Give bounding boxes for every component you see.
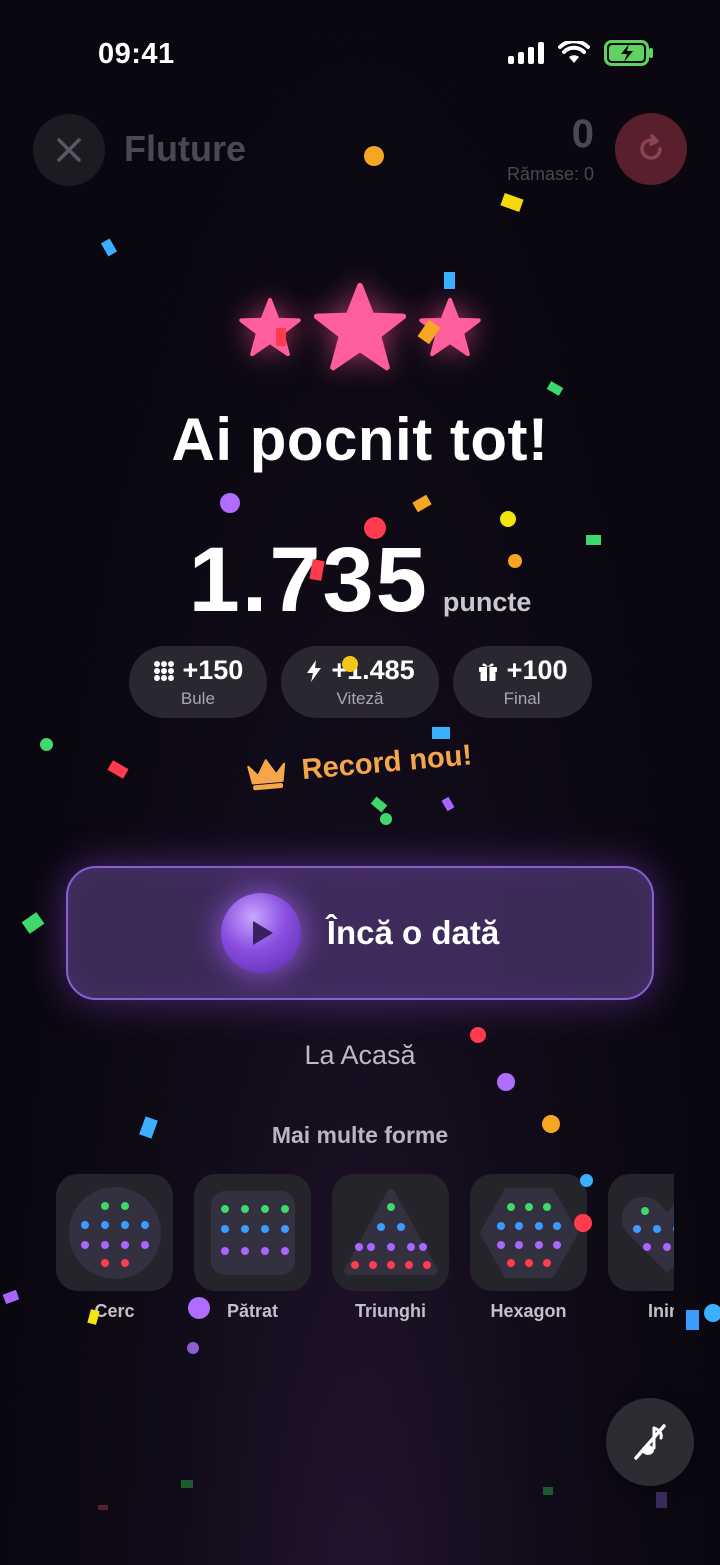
confetti-piece [181,1480,193,1488]
game-title: Fluture [124,128,246,169]
circle-shape-icon [68,1186,161,1279]
confetti-piece [187,1342,199,1354]
shape-card-triangle[interactable]: Triunghi [332,1174,449,1334]
shape-preview [470,1174,587,1291]
confetti-piece [686,1310,699,1330]
confetti-piece [364,517,386,539]
confetti-piece [508,554,522,568]
shape-preview [194,1174,311,1291]
music-off-icon [634,1424,666,1460]
shape-label: Hexagon [490,1301,567,1321]
confetti-piece [370,796,388,813]
confetti-piece [497,1073,515,1091]
confetti-piece [586,535,601,545]
score-value: 1.735 [188,529,429,631]
confetti-piece [470,1027,486,1043]
shape-label: Pătrat [226,1301,279,1321]
confetti-piece [98,1505,108,1510]
confetti-piece [380,813,392,825]
bonus-final: +100 Final [452,646,592,718]
bonus-bubbles: +150 Bule [128,646,268,718]
star-rating [0,280,720,376]
remaining-count: Rămase: 0 [506,164,594,184]
shape-card-heart[interactable]: Inim [608,1174,674,1334]
bonus-label: Final [503,689,541,708]
shape-preview [56,1174,173,1291]
shape-preview [608,1174,674,1291]
final-score: 1.735 puncte [0,528,720,633]
close-icon [57,138,81,162]
confetti-piece [432,727,450,739]
shape-card-square[interactable]: Pătrat [194,1174,311,1334]
confetti-piece [40,738,53,751]
star-icon [239,297,301,357]
confetti-piece [500,192,524,213]
mute-music-button[interactable] [606,1398,694,1486]
bonus-speed: +1.485 Viteză [281,646,439,718]
heart-shape-icon [621,1196,674,1273]
confetti-piece [441,796,455,812]
play-again-label: Încă o dată [326,914,500,951]
shape-preview [332,1174,449,1291]
triangle-shape-icon [343,1188,438,1275]
confetti-piece [2,1289,20,1305]
play-icon [220,893,301,973]
confetti-piece [546,381,564,396]
home-link[interactable]: La Acasă [0,1040,720,1071]
bonus-value: +150 [182,655,244,685]
confetti-piece [543,1487,553,1495]
top-score: 0 [571,112,594,156]
confetti-piece [444,272,455,289]
shape-label: Inim [647,1301,674,1321]
shape-card-hexagon[interactable]: Hexagon [470,1174,587,1334]
confetti-piece [100,238,118,257]
battery-charging-icon [604,40,653,66]
confetti-piece [364,146,384,166]
bonus-value: +100 [506,655,568,685]
play-again-button[interactable]: Încă o dată [66,866,654,1000]
result-headline: Ai pocnit tot! [171,406,549,473]
new-record-badge: Record nou! [245,738,474,792]
confetti-piece [656,1492,667,1508]
star-icon [313,282,407,371]
confetti-piece [21,912,45,934]
bonus-breakdown: +150 Bule +1.485 Viteză +100 Final [0,646,720,718]
bonus-label: Bule [180,689,215,708]
confetti-piece [574,1214,592,1232]
wifi-icon [558,41,590,63]
shape-label: Cerc [94,1301,135,1321]
signal-icon [508,42,544,64]
confetti-piece [412,494,432,513]
square-shape-icon [210,1190,295,1275]
confetti-piece [342,656,358,672]
crown-icon [247,759,286,791]
gift-icon [478,663,497,681]
status-icons [508,40,654,66]
confetti-piece [220,493,240,513]
grid-icon [153,660,174,681]
confetti-piece [542,1115,560,1133]
shape-carousel[interactable]: Cerc Pătrat Triunghi Hexagon Ini [56,1174,674,1334]
confetti-piece [276,328,286,346]
shape-card-circle[interactable]: Cerc [56,1174,173,1334]
record-label: Record nou! [300,738,474,786]
confetti-piece [704,1304,720,1322]
close-button[interactable] [33,114,105,186]
shape-label: Triunghi [355,1301,426,1321]
score-unit: puncte [442,587,532,617]
more-shapes-title: Mai multe forme [271,1122,449,1148]
lightning-icon [307,659,322,682]
hexagon-shape-icon [479,1187,578,1278]
restart-icon [640,134,662,160]
confetti-piece [580,1174,593,1187]
restart-button[interactable] [615,113,687,185]
status-time: 09:41 [98,38,175,70]
confetti-piece [107,760,129,779]
confetti-piece [500,511,516,527]
bonus-label: Viteză [336,689,384,708]
confetti-piece [188,1297,210,1319]
